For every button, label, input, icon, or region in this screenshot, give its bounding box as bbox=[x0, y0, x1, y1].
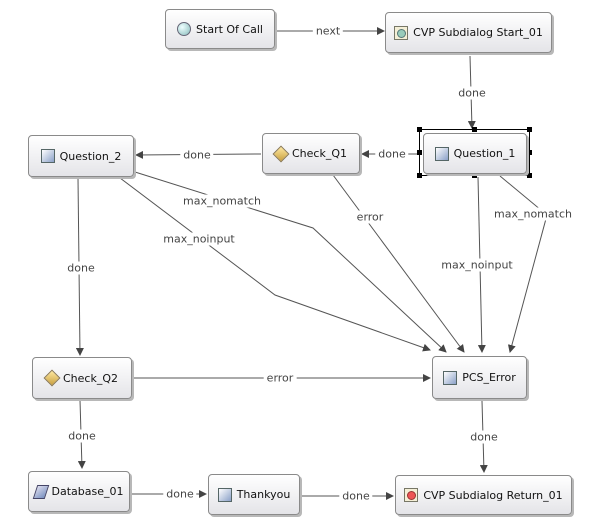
edge-5[interactable] bbox=[119, 177, 431, 352]
edge-label: done bbox=[455, 86, 489, 100]
edge-label: done bbox=[64, 261, 98, 275]
edge-label: max_nomatch bbox=[180, 194, 264, 208]
node-check-q2[interactable]: Check_Q2 bbox=[32, 357, 132, 399]
decision-diamond-icon bbox=[43, 369, 61, 387]
node-label: CVP Subdialog Start_01 bbox=[413, 26, 543, 39]
edge-label: done bbox=[339, 489, 373, 503]
form-square-icon bbox=[434, 146, 449, 161]
node-label: Check_Q2 bbox=[63, 371, 118, 385]
resize-handle[interactable] bbox=[417, 127, 422, 132]
subdialog-return-icon bbox=[404, 488, 419, 502]
node-label: Question_1 bbox=[453, 147, 516, 160]
form-square-icon bbox=[217, 487, 232, 502]
edge-label: max_noinput bbox=[160, 232, 238, 246]
node-database-01[interactable]: Database_01 bbox=[28, 471, 130, 512]
node-pcs-error[interactable]: PCS_Error bbox=[432, 356, 527, 399]
node-label: PCS_Error bbox=[462, 371, 516, 384]
form-square-icon bbox=[443, 370, 458, 385]
form-square-icon bbox=[40, 149, 55, 163]
resize-handle[interactable] bbox=[527, 127, 532, 132]
edge-label: done bbox=[467, 430, 501, 444]
node-subdialog-start[interactable]: CVP Subdialog Start_01 bbox=[385, 12, 552, 53]
resize-handle[interactable] bbox=[527, 150, 532, 155]
resize-handle[interactable] bbox=[527, 173, 532, 178]
node-thankyou[interactable]: Thankyou bbox=[208, 474, 300, 515]
node-check-q1[interactable]: Check_Q1 bbox=[262, 133, 360, 174]
resize-handle[interactable] bbox=[417, 173, 422, 178]
node-subdialog-return[interactable]: CVP Subdialog Return_01 bbox=[395, 475, 572, 515]
node-label: Database_01 bbox=[51, 485, 124, 498]
database-icon bbox=[32, 484, 49, 499]
node-label: Check_Q1 bbox=[292, 147, 347, 160]
edge-label: error bbox=[353, 210, 387, 224]
node-label: Question_2 bbox=[59, 149, 122, 163]
start-circle-icon bbox=[177, 22, 192, 36]
resize-handle[interactable] bbox=[417, 150, 422, 155]
resize-handle[interactable] bbox=[472, 127, 477, 132]
edge-label: next bbox=[312, 24, 344, 38]
edge-label: done bbox=[65, 429, 99, 443]
edge-label: done bbox=[163, 487, 197, 501]
edge-label: done bbox=[180, 148, 214, 162]
node-question-1[interactable]: Question_1 bbox=[423, 133, 527, 174]
edge-label: max_nomatch bbox=[491, 207, 575, 221]
subdialog-start-icon bbox=[394, 25, 409, 40]
node-start-of-call[interactable]: Start Of Call bbox=[165, 9, 275, 49]
node-question-2[interactable]: Question_2 bbox=[28, 135, 134, 177]
edge-label: error bbox=[263, 371, 297, 385]
node-label: CVP Subdialog Return_01 bbox=[423, 488, 563, 502]
node-label: Thankyou bbox=[236, 488, 291, 501]
edge-label: done bbox=[375, 147, 409, 161]
decision-diamond-icon bbox=[272, 145, 290, 162]
node-label: Start Of Call bbox=[196, 22, 263, 36]
edge-label: max_noinput bbox=[438, 258, 516, 272]
